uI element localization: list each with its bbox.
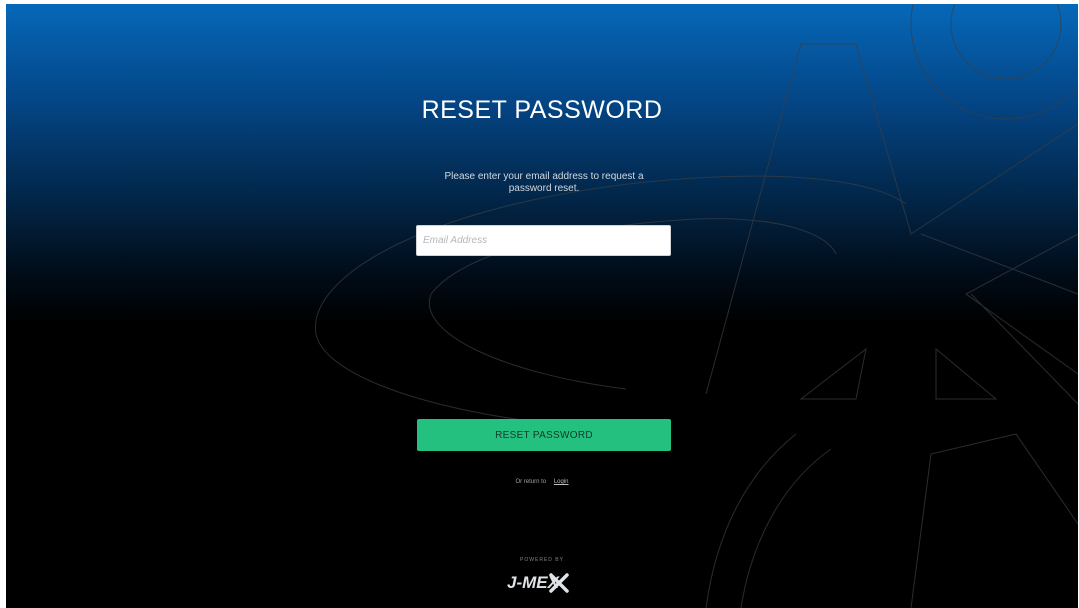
reset-password-button[interactable]: RESET PASSWORD: [417, 419, 671, 451]
reset-password-screen: RESET PASSWORD Please enter your email a…: [6, 4, 1078, 608]
instructions-text: Please enter your email address to reque…: [444, 171, 644, 194]
email-field[interactable]: [416, 225, 671, 256]
jmex-logo-icon: J-MEX: [507, 573, 569, 593]
powered-by-label: POWERED BY: [520, 557, 564, 563]
page-title: RESET PASSWORD: [421, 96, 663, 124]
return-to-login-row: Or return to Login: [6, 479, 1078, 485]
login-link[interactable]: Login: [554, 479, 569, 485]
return-text: Or return to: [515, 479, 547, 485]
background-watermark-icon: [315, 4, 1078, 608]
